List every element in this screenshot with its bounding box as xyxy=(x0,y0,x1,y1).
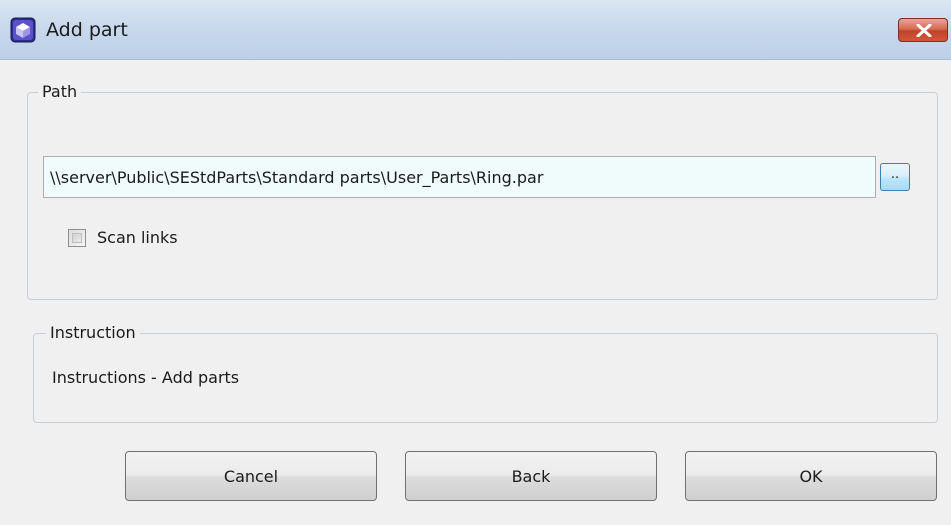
ok-button[interactable]: OK xyxy=(685,451,937,501)
path-input[interactable] xyxy=(43,156,876,198)
scan-links-checkbox[interactable] xyxy=(68,229,86,247)
add-part-dialog: Add part Path .. Scan links Instruction … xyxy=(0,0,951,525)
cancel-button[interactable]: Cancel xyxy=(125,451,377,501)
instruction-groupbox: Instruction Instructions - Add parts xyxy=(33,322,938,423)
solid-edge-app-icon xyxy=(10,17,36,43)
browse-button[interactable]: .. xyxy=(880,163,910,191)
instruction-text: Instructions - Add parts xyxy=(52,368,240,387)
instruction-group-label: Instruction xyxy=(46,322,140,344)
title-bar[interactable]: Add part xyxy=(0,0,951,60)
close-button[interactable] xyxy=(898,18,948,42)
close-icon xyxy=(916,24,932,37)
window-title: Add part xyxy=(46,19,128,41)
scan-links-label[interactable]: Scan links xyxy=(97,227,178,249)
back-button[interactable]: Back xyxy=(405,451,657,501)
path-groupbox: Path .. Scan links xyxy=(27,81,938,300)
path-group-label: Path xyxy=(38,81,82,103)
